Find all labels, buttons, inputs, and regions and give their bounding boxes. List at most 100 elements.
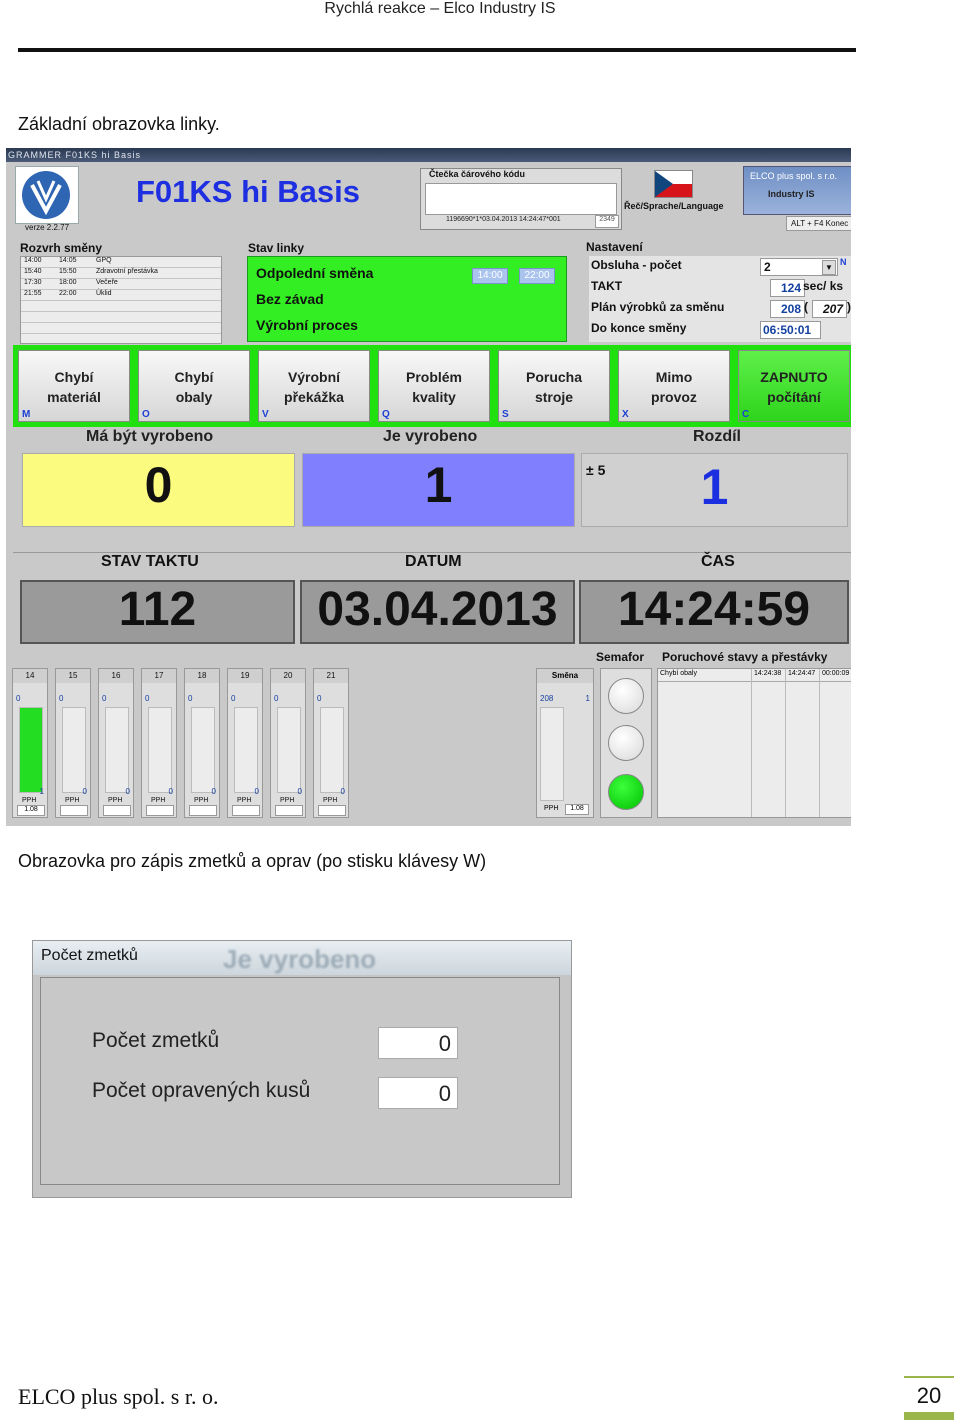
button-label: obaly <box>175 389 213 405</box>
line-status-panel: Odpolední směna Bez závad Výrobní proces… <box>247 256 567 342</box>
document-header: Rychlá reakce – Elco Industry IS <box>324 0 556 17</box>
semaphore-label: Semafor <box>596 650 645 664</box>
hour-label: 14 <box>13 669 47 683</box>
hour-plan: 0 <box>59 694 64 703</box>
remaining-value: 06:50:01 <box>760 321 821 339</box>
should-produce-box: 0 <box>22 453 295 527</box>
hour-done: 1 <box>39 787 44 796</box>
exit-hint[interactable]: ALT + F4 Konec <box>786 216 851 231</box>
button-label: Problém <box>405 369 462 385</box>
pph-label: PPH <box>65 797 80 804</box>
elco-logo: ELCO plus spol. s r.o. Industry IS <box>743 166 851 215</box>
hour-plan: 0 <box>102 694 107 703</box>
status-button-strip: Chybí materiál M Chybí obaly O Výrobní přek… <box>13 345 851 427</box>
pph-label: PPH <box>544 805 559 812</box>
takt-value: 124 <box>770 279 805 297</box>
grammer-logo <box>15 166 79 224</box>
hour-label: 19 <box>228 669 262 683</box>
czech-flag-icon[interactable] <box>654 170 693 198</box>
hour-column-19: 19 0 0 PPH <box>227 668 263 818</box>
machine-failure-button[interactable]: Porucha stroje S <box>498 350 610 422</box>
pph-value <box>275 805 303 816</box>
dialog-titlebar: Počet zmetků Je vyrobeno <box>33 941 571 975</box>
main-screen-screenshot: GRAMMER F01KS hi Basis verze 2.2.77 F01K… <box>6 148 851 826</box>
semaphore-panel <box>600 668 652 818</box>
button-label: stroje <box>534 389 574 405</box>
schedule-to: 18:00 <box>59 279 77 286</box>
footer-company: ELCO plus spol. s r. o. <box>18 1384 219 1409</box>
language-label: Řeč/Sprache/Language <box>624 201 724 211</box>
hour-label: 16 <box>99 669 133 683</box>
pph-label: PPH <box>323 797 338 804</box>
pph-label: PPH <box>151 797 166 804</box>
hotkey-label: S <box>502 409 509 420</box>
shift-name: Odpolední směna <box>256 265 374 281</box>
caption-scrap-screen: Obrazovka pro zápis zmetků a oprav (po s… <box>18 851 487 871</box>
operators-label: Obsluha - počet <box>591 258 682 272</box>
schedule-from: 17:30 <box>24 279 42 286</box>
button-label: materiál <box>47 389 101 405</box>
schedule-row: 15:40 15:50 Zdravotní přestávka <box>21 268 221 279</box>
barcode-counter: 2349 <box>595 215 619 228</box>
shift-column: Směna 208 1 PPH 1.08 <box>536 668 594 818</box>
hour-label: 17 <box>142 669 176 683</box>
shift-done: 1 <box>585 694 590 703</box>
chevron-down-icon[interactable]: ▼ <box>822 260 836 275</box>
button-label: provoz <box>651 389 697 405</box>
hotkey-label: X <box>622 409 629 420</box>
hotkey-label: Q <box>382 409 390 420</box>
counting-on-button[interactable]: ZAPNUTO počítání C <box>738 350 850 422</box>
schedule-row: 21:55 22:00 Úklid <box>21 290 221 301</box>
schedule-name: Zdravotní přestávka <box>96 268 158 275</box>
settings-panel: Obsluha - počet 2 ▼ N TAKT 124 sec/ ks P… <box>589 256 851 342</box>
missing-material-button[interactable]: Chybí materiál M <box>18 350 130 422</box>
button-label: počítání <box>767 389 821 405</box>
barcode-input[interactable] <box>425 183 617 215</box>
operators-select[interactable]: 2 ▼ <box>760 258 838 276</box>
pph-value <box>189 805 217 816</box>
logo-emblem-icon <box>22 171 70 219</box>
pph-value <box>232 805 260 816</box>
hour-done: 0 <box>82 787 87 796</box>
pph-label: PPH <box>108 797 123 804</box>
missing-packaging-button[interactable]: Chybí obaly O <box>138 350 250 422</box>
hotkey-label: O <box>142 409 150 420</box>
hour-plan: 0 <box>188 694 193 703</box>
quality-problem-button[interactable]: Problém kvality Q <box>378 350 490 422</box>
takt-state-box: 112 <box>20 580 295 644</box>
fault-state: Bez závad <box>256 291 324 307</box>
produced-label: Je vyrobeno <box>383 428 478 445</box>
should-produce-value: 0 <box>144 457 173 513</box>
shift-end: 22:00 <box>519 268 555 284</box>
process-state: Výrobní proces <box>256 317 358 333</box>
pph-value <box>146 805 174 816</box>
hotkey-label: C <box>742 409 750 420</box>
pph-label: PPH <box>237 797 252 804</box>
version-label: verze 2.2.77 <box>25 223 70 232</box>
hour-column-16: 16 0 0 PPH <box>98 668 134 818</box>
fault-name: Chybí obaly <box>660 670 697 677</box>
repaired-count-label: Počet opravených kusů <box>92 1079 311 1102</box>
production-obstacle-button[interactable]: Výrobní překážka V <box>258 350 370 422</box>
schedule-from: 15:40 <box>24 268 42 275</box>
repaired-count-input[interactable]: 0 <box>378 1077 458 1109</box>
dialog-title: Počet zmetků <box>41 947 138 964</box>
hour-plan: 0 <box>145 694 150 703</box>
date-box: 03.04.2013 <box>300 580 575 644</box>
schedule-name: Večeře <box>96 279 118 286</box>
difference-label: Rozdíl <box>693 428 741 445</box>
scrap-count-input[interactable]: 0 <box>378 1027 458 1059</box>
schedule-to: 15:50 <box>59 268 77 275</box>
out-of-operation-button[interactable]: Mimo provoz X <box>618 350 730 422</box>
hour-bar-fill <box>20 708 42 792</box>
barcode-last-value: 1196690*1*03.04.2013 14:24:47*001 <box>446 216 561 223</box>
button-label: překážka <box>284 389 344 405</box>
hour-bar-track <box>320 707 344 793</box>
pph-value: 1.08 <box>17 805 45 816</box>
operators-value: 2 <box>764 260 771 274</box>
hour-plan: 0 <box>231 694 236 703</box>
button-label: Mimo <box>655 369 693 385</box>
schedule-from: 21:55 <box>24 290 42 297</box>
header-rule <box>18 48 856 52</box>
hour-plan: 0 <box>274 694 279 703</box>
